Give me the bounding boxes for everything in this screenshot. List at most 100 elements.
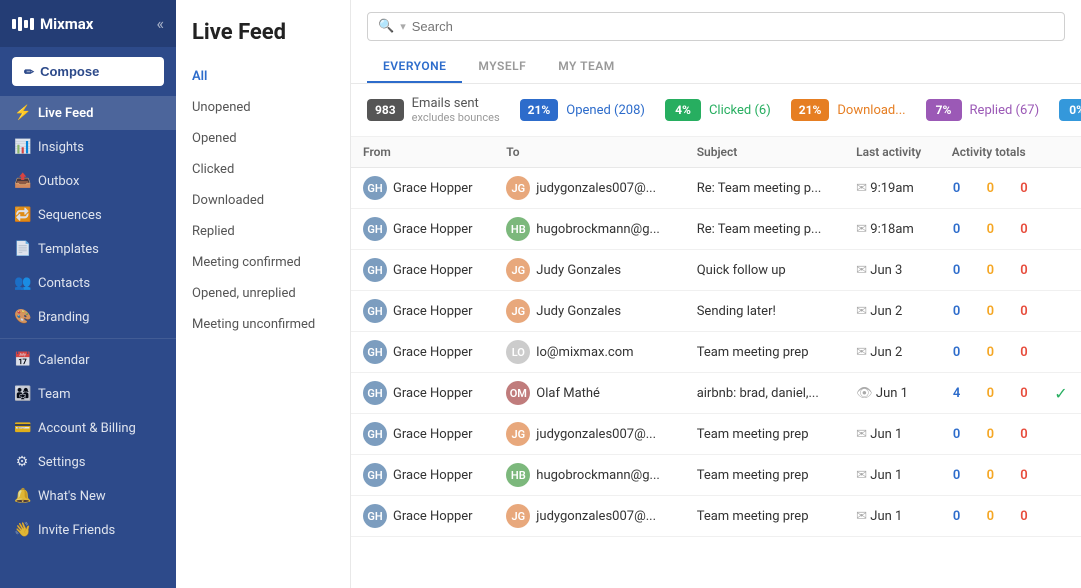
filter-all[interactable]: All: [176, 61, 350, 92]
cell-col1: 0: [940, 414, 974, 455]
to-address: judygonzales007@...: [536, 427, 656, 442]
sidebar-item-label: Sequences: [38, 208, 102, 223]
filter-opened[interactable]: Opened: [176, 123, 350, 154]
sidebar-item-label: Calendar: [38, 353, 90, 368]
sidebar-item-live-feed[interactable]: ⚡ Live Feed: [0, 96, 176, 130]
tab-myself[interactable]: MYSELF: [462, 51, 542, 83]
cell-col3: 0: [1007, 291, 1041, 332]
filter-clicked[interactable]: Clicked: [176, 154, 350, 185]
table-row[interactable]: GH Grace Hopper JG Judy Gonzales Sending…: [351, 291, 1081, 332]
stat-emails-sent-label: Emails sent: [412, 96, 500, 111]
table-row[interactable]: GH Grace Hopper HB hugobrockmann@g... Re…: [351, 209, 1081, 250]
sidebar: Mixmax « Compose ⚡ Live Feed 📊 Insights …: [0, 0, 176, 588]
activity-icon: ✉: [856, 427, 867, 442]
activity-icon: ✉: [856, 222, 867, 237]
cell-col2: 0: [973, 373, 1007, 414]
table-row[interactable]: GH Grace Hopper JG Judy Gonzales Quick f…: [351, 250, 1081, 291]
cell-check: ✓: [1041, 373, 1081, 414]
cell-col2: 0: [973, 414, 1007, 455]
cell-from: GH Grace Hopper: [351, 455, 494, 496]
sidebar-item-insights[interactable]: 📊 Insights: [0, 130, 176, 164]
table-row[interactable]: GH Grace Hopper HB hugobrockmann@g... Te…: [351, 455, 1081, 496]
sidebar-header: Mixmax «: [0, 0, 176, 47]
from-name: Grace Hopper: [393, 181, 473, 196]
filter-unopened[interactable]: Unopened: [176, 92, 350, 123]
from-avatar: GH: [363, 381, 387, 405]
stat-confirmed: 0% Confirmed (0): [1059, 99, 1081, 121]
sidebar-nav: ⚡ Live Feed 📊 Insights 📤 Outbox 🔁 Sequen…: [0, 96, 176, 547]
sidebar-item-account-billing[interactable]: 💳 Account & Billing: [0, 411, 176, 445]
from-name: Grace Hopper: [393, 468, 473, 483]
tab-my-team[interactable]: MY TEAM: [542, 51, 631, 83]
compose-button[interactable]: Compose: [12, 57, 164, 86]
cell-col1: 0: [940, 250, 974, 291]
sidebar-item-sequences[interactable]: 🔁 Sequences: [0, 198, 176, 232]
live-feed-icon: ⚡: [14, 105, 30, 121]
from-avatar: GH: [363, 299, 387, 323]
activity-time: 9:18am: [870, 222, 914, 237]
sidebar-item-branding[interactable]: 🎨 Branding: [0, 300, 176, 334]
cell-col3: 0: [1007, 414, 1041, 455]
cell-to: JG Judy Gonzales: [494, 291, 684, 332]
cell-col1: 0: [940, 168, 974, 209]
invite-icon: 👋: [14, 522, 30, 538]
filter-meeting-unconfirmed[interactable]: Meeting unconfirmed: [176, 309, 350, 340]
cell-from: GH Grace Hopper: [351, 332, 494, 373]
contacts-icon: 👥: [14, 275, 30, 291]
cell-last-activity: ✉ 9:18am: [844, 209, 940, 250]
table-row[interactable]: GH Grace Hopper JG judygonzales007@... T…: [351, 414, 1081, 455]
to-avatar: JG: [506, 504, 530, 528]
cell-col1: 0: [940, 332, 974, 373]
table-row[interactable]: GH Grace Hopper LO lo@mixmax.com Team me…: [351, 332, 1081, 373]
table-row[interactable]: GH Grace Hopper JG judygonzales007@... R…: [351, 168, 1081, 209]
search-dropdown-icon[interactable]: ▾: [400, 20, 406, 33]
activity-icon: ✉: [856, 181, 867, 196]
cell-from: GH Grace Hopper: [351, 373, 494, 414]
logo-text: Mixmax: [40, 15, 93, 33]
cell-last-activity: ✉ Jun 2: [844, 332, 940, 373]
from-avatar: GH: [363, 340, 387, 364]
stat-clicked-badge: 4%: [665, 99, 701, 121]
sidebar-item-outbox[interactable]: 📤 Outbox: [0, 164, 176, 198]
sidebar-item-contacts[interactable]: 👥 Contacts: [0, 266, 176, 300]
sidebar-item-invite-friends[interactable]: 👋 Invite Friends: [0, 513, 176, 547]
sidebar-item-whats-new[interactable]: 🔔 What's New: [0, 479, 176, 513]
filter-meeting-confirmed[interactable]: Meeting confirmed: [176, 247, 350, 278]
sidebar-item-team[interactable]: 👨‍👩‍👧 Team: [0, 377, 176, 411]
stat-emails-sent-badge: 983: [367, 99, 404, 121]
stat-clicked: 4% Clicked (6): [665, 99, 771, 121]
table-row[interactable]: GH Grace Hopper OM Olaf Mathé airbnb: br…: [351, 373, 1081, 414]
stats-bar: 983 Emails sent excludes bounces 21% Ope…: [351, 84, 1081, 137]
sidebar-item-calendar[interactable]: 📅 Calendar: [0, 343, 176, 377]
filter-opened-unreplied[interactable]: Opened, unreplied: [176, 278, 350, 309]
to-address: Judy Gonzales: [536, 263, 621, 278]
activity-time: Jun 1: [870, 427, 902, 442]
sidebar-item-settings[interactable]: ⚙ Settings: [0, 445, 176, 479]
cell-check: [1041, 414, 1081, 455]
to-avatar: JG: [506, 299, 530, 323]
to-address: hugobrockmann@g...: [536, 222, 660, 237]
filter-downloaded[interactable]: Downloaded: [176, 185, 350, 216]
from-name: Grace Hopper: [393, 427, 473, 442]
activity-time: Jun 3: [870, 263, 902, 278]
stat-emails-sent-sublabel: excludes bounces: [412, 111, 500, 124]
cell-last-activity: ✉ Jun 1: [844, 414, 940, 455]
activity-time: Jun 1: [870, 509, 902, 524]
to-avatar: JG: [506, 176, 530, 200]
cell-col2: 0: [973, 209, 1007, 250]
activity-time: Jun 1: [876, 386, 908, 401]
sidebar-item-templates[interactable]: 📄 Templates: [0, 232, 176, 266]
search-bar: 🔍 ▾: [367, 12, 1065, 41]
cell-col1: 0: [940, 455, 974, 496]
table-row[interactable]: GH Grace Hopper JG judygonzales007@... T…: [351, 496, 1081, 537]
cell-check: [1041, 291, 1081, 332]
tab-everyone[interactable]: EVERYONE: [367, 51, 462, 83]
to-address: Judy Gonzales: [536, 304, 621, 319]
to-address: judygonzales007@...: [536, 509, 656, 524]
sidebar-collapse-icon[interactable]: «: [156, 14, 164, 33]
main-content: 🔍 ▾ EVERYONE MYSELF MY TEAM 983 Emails s…: [351, 0, 1081, 588]
sidebar-logo: Mixmax: [12, 15, 93, 33]
filter-replied[interactable]: Replied: [176, 216, 350, 247]
col-activity-totals: Activity totals: [940, 137, 1081, 168]
search-input[interactable]: [412, 19, 1054, 34]
